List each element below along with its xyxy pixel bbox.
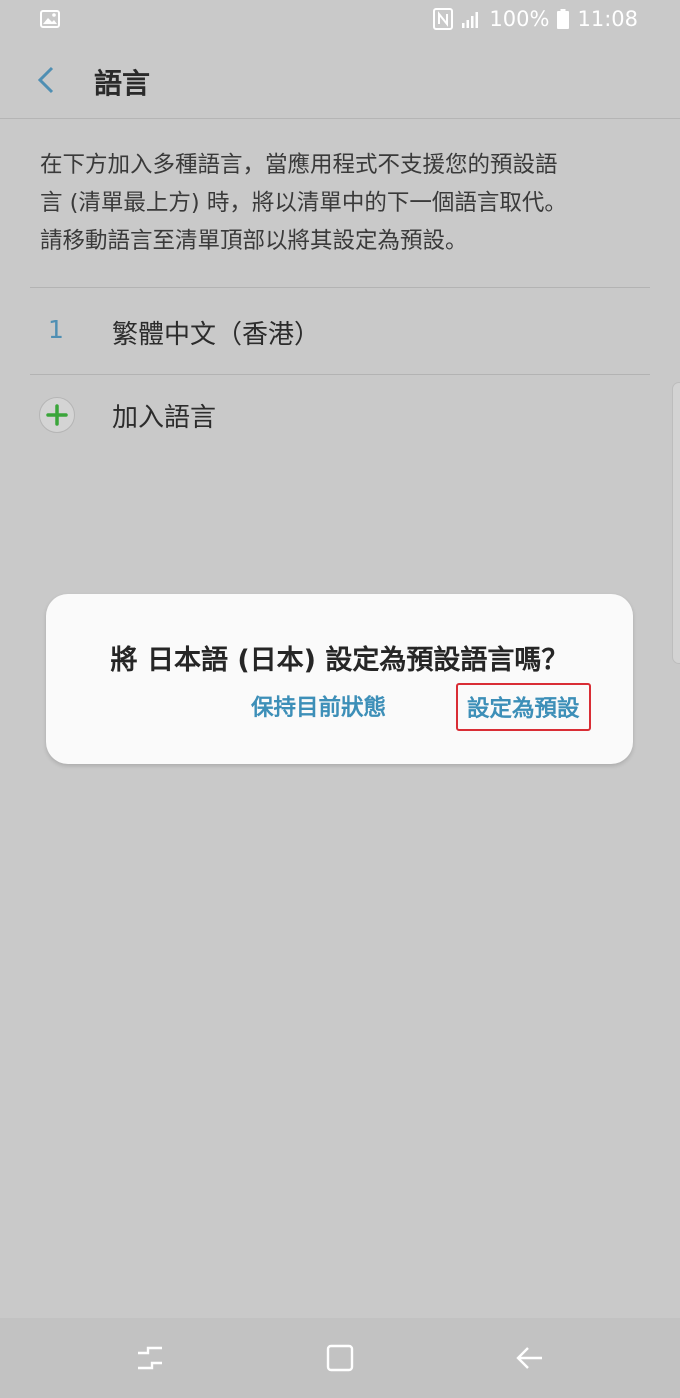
set-as-default-button[interactable]: 設定為預設 (456, 683, 591, 731)
status-bar: 100% 11:08 (0, 0, 680, 40)
recents-icon[interactable] (134, 1342, 166, 1374)
add-language-label: 加入語言 (112, 403, 217, 433)
back-icon[interactable] (514, 1342, 546, 1374)
battery-percent: 100% (489, 7, 550, 31)
chevron-left-icon[interactable] (30, 62, 62, 98)
app-bar: 語言 (0, 40, 680, 118)
battery-icon (557, 9, 570, 29)
add-language-button[interactable]: 加入語言 (30, 375, 650, 455)
description-line: 請移動語言至清單頂部以將其設定為預設。 (40, 228, 468, 254)
description-line: 在下方加入多種語言，當應用程式不支援您的預設語 (40, 152, 558, 178)
language-index: 1 (48, 315, 64, 344)
language-name: 繁體中文（香港） (112, 320, 321, 350)
status-right: 100% 11:08 (433, 7, 638, 31)
header-divider (0, 118, 680, 119)
set-default-dialog: 將 日本語 (日本) 設定為預設語言嗎？ 保持目前狀態 設定為預設 (46, 594, 633, 764)
status-time: 11:08 (577, 7, 638, 31)
language-item[interactable]: 1 繁體中文（香港） (30, 288, 650, 374)
signal-icon (462, 12, 479, 28)
keep-current-button[interactable]: 保持目前狀態 (251, 690, 386, 722)
description-text: 在下方加入多種語言，當應用程式不支援您的預設語 言 (清單最上方) 時，將以清單… (40, 146, 640, 260)
navigation-bar (0, 1318, 680, 1398)
nfc-icon (433, 8, 454, 30)
plus-circle-icon (39, 397, 75, 433)
scroll-indicator[interactable] (672, 382, 680, 664)
description-line: 言 (清單最上方) 時，將以清單中的下一個語言取代。 (40, 190, 567, 216)
home-icon[interactable] (324, 1342, 356, 1374)
page-title: 語言 (94, 67, 151, 100)
image-notification-icon (40, 10, 60, 28)
dialog-message: 將 日本語 (日本) 設定為預設語言嗎？ (110, 645, 569, 676)
